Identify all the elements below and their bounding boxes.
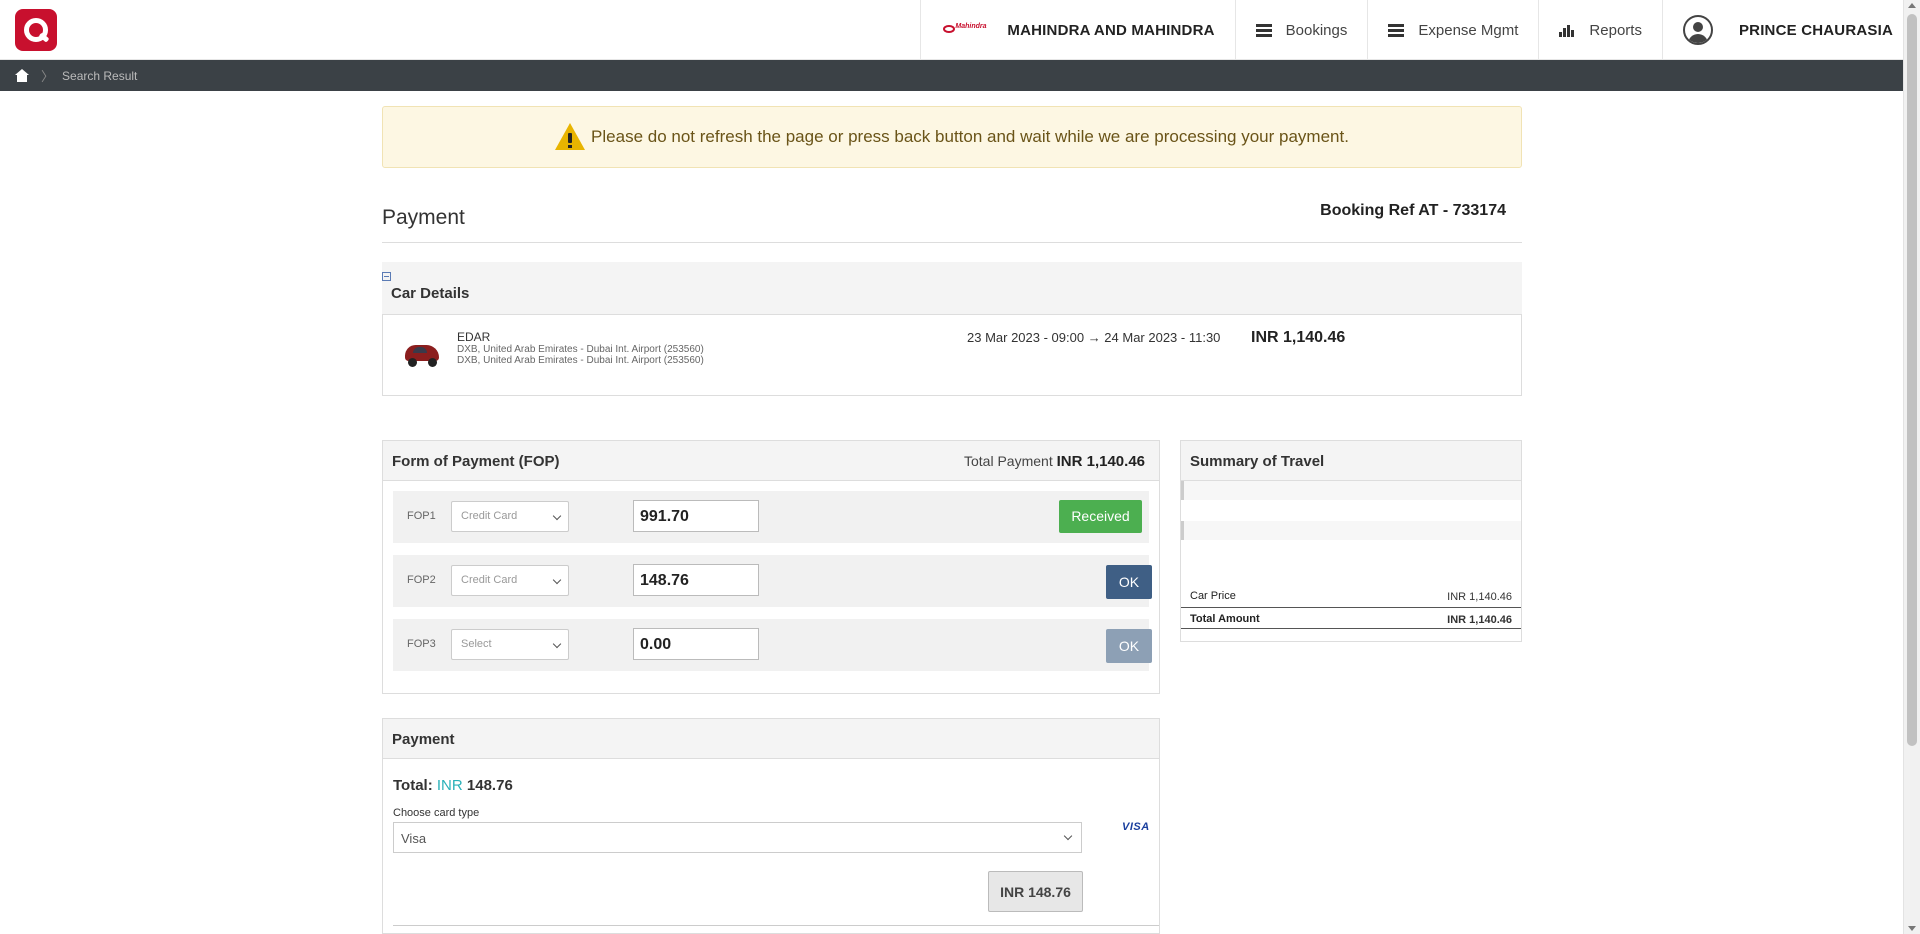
payment-total-label: Total: <box>393 777 433 794</box>
summary-total-row: Total Amount INR 1,140.46 <box>1181 607 1521 629</box>
total-amount-value: INR 1,140.46 <box>1447 614 1512 626</box>
rental-dates: 23 Mar 2023 - 09:00 → 24 Mar 2023 - 11:3… <box>967 330 1221 345</box>
vertical-scrollbar[interactable] <box>1903 0 1920 934</box>
divider <box>382 242 1522 243</box>
card-type-label: Choose card type <box>393 807 480 819</box>
dropoff-location: DXB, United Arab Emirates - Dubai Int. A… <box>457 355 704 366</box>
visa-logo-icon: VISA <box>1122 821 1150 833</box>
breadcrumb: 〉 Search Result <box>0 60 1903 91</box>
scroll-up-icon[interactable] <box>1908 3 1916 8</box>
summary-car-price-row: Car Price INR 1,140.46 <box>1181 585 1521 607</box>
fop-row-1: FOP1 Credit Card 991.70 Received <box>393 491 1149 543</box>
nav-bookings[interactable]: Bookings <box>1234 0 1368 60</box>
chevron-down-icon <box>552 511 562 521</box>
fop-total-value: INR 1,140.46 <box>1056 453 1145 470</box>
summary-header: Summary of Travel <box>1181 441 1521 481</box>
top-navbar: Mahindra MAHINDRA AND MAHINDRA Bookings … <box>0 0 1903 60</box>
fop-row-2: FOP2 Credit Card 148.76 OK <box>393 555 1152 607</box>
form-of-payment-panel: Form of Payment (FOP) Total Payment INR … <box>382 440 1160 694</box>
ok-button[interactable]: OK <box>1106 565 1152 599</box>
summary-blank-row <box>1181 521 1521 540</box>
fop-row-3: FOP3 Select 0.00 OK <box>393 619 1152 671</box>
summary-title: Summary of Travel <box>1190 453 1325 470</box>
fop-label: FOP2 <box>407 574 436 586</box>
menu-icon <box>1388 23 1405 37</box>
mahindra-logo-icon: Mahindra <box>941 20 993 40</box>
booking-ref: Booking Ref AT - 733174 <box>1320 202 1506 219</box>
fop-amount-input[interactable]: 0.00 <box>633 628 759 660</box>
ok-button[interactable]: OK <box>1106 629 1152 663</box>
user-name: PRINCE CHAURASIA <box>1738 21 1893 39</box>
nav-bookings-label: Bookings <box>1285 21 1348 39</box>
payment-total-amount: 148.76 <box>466 777 513 794</box>
car-price: INR 1,140.46 <box>1251 329 1346 346</box>
received-button[interactable]: Received <box>1059 500 1142 533</box>
company-switcher[interactable]: Mahindra MAHINDRA AND MAHINDRA <box>920 0 1234 60</box>
fop-amount-input[interactable]: 148.76 <box>633 564 759 596</box>
user-menu[interactable]: PRINCE CHAURASIA <box>1661 0 1903 60</box>
fop-amount-input[interactable]: 991.70 <box>633 500 759 532</box>
payment-warning-banner: Please do not refresh the page or press … <box>382 106 1522 168</box>
chevron-down-icon <box>552 639 562 649</box>
home-icon[interactable] <box>15 69 29 82</box>
scrollbar-thumb[interactable] <box>1907 14 1917 746</box>
app-logo[interactable] <box>15 9 57 51</box>
car-image <box>403 337 441 369</box>
fop-header: Form of Payment (FOP) Total Payment INR … <box>383 441 1159 481</box>
warning-icon <box>555 123 586 151</box>
payment-panel: Payment Total: INR 148.76 Choose card ty… <box>382 718 1160 934</box>
chevron-down-icon <box>552 575 562 585</box>
breadcrumb-separator: 〉 <box>41 69 55 84</box>
fop-method-select[interactable]: Credit Card <box>451 565 569 596</box>
pickup-location: DXB, United Arab Emirates - Dubai Int. A… <box>457 344 704 355</box>
fop-label: FOP1 <box>407 510 436 522</box>
chevron-down-icon <box>1063 831 1073 841</box>
summary-blank-row <box>1181 481 1521 500</box>
nav-reports-label: Reports <box>1589 21 1642 39</box>
divider <box>393 925 1159 926</box>
card-type-select[interactable]: Visa <box>393 822 1082 853</box>
car-details-row: EDAR DXB, United Arab Emirates - Dubai I… <box>382 314 1522 396</box>
company-name: MAHINDRA AND MAHINDRA <box>1007 21 1215 39</box>
fop-method-select[interactable]: Select <box>451 629 569 660</box>
fop-title: Form of Payment (FOP) <box>392 453 560 470</box>
avatar-icon <box>1682 15 1713 45</box>
fop-label: FOP3 <box>407 638 436 650</box>
collapse-icon[interactable] <box>382 272 391 281</box>
fop-total-label: Total Payment <box>964 453 1053 469</box>
payment-title: Payment <box>392 731 455 748</box>
fop-total: Total Payment INR 1,140.46 <box>964 453 1145 470</box>
nav-expense-mgmt[interactable]: Expense Mgmt <box>1367 0 1538 60</box>
main-nav: Mahindra MAHINDRA AND MAHINDRA Bookings … <box>920 0 1903 60</box>
payment-header: Payment <box>383 719 1159 759</box>
nav-reports[interactable]: Reports <box>1538 0 1662 60</box>
car-details-panel: Car Details EDAR DXB, United Arab Emirat… <box>382 262 1522 396</box>
breadcrumb-current: Search Result <box>62 68 138 83</box>
scroll-down-icon[interactable] <box>1908 926 1916 931</box>
payment-total-currency: INR <box>436 777 463 794</box>
warning-text: Please do not refresh the page or press … <box>591 127 1349 146</box>
car-price-value: INR 1,140.46 <box>1447 591 1512 603</box>
summary-of-travel-panel: Summary of Travel Car Price INR 1,140.46… <box>1180 440 1522 642</box>
car-details-header: Car Details <box>382 262 1522 314</box>
pay-button[interactable]: INR 148.76 <box>988 871 1083 912</box>
car-details-title: Car Details <box>391 285 470 302</box>
car-price-label: Car Price <box>1190 590 1236 602</box>
total-amount-label: Total Amount <box>1190 613 1260 625</box>
menu-icon <box>1255 23 1272 37</box>
bar-chart-icon <box>1559 23 1575 37</box>
page-title: Payment <box>382 206 465 229</box>
car-name: EDAR <box>457 330 491 344</box>
fop-method-select[interactable]: Credit Card <box>451 501 569 532</box>
payment-total: Total: INR 148.76 <box>393 777 513 794</box>
nav-expense-label: Expense Mgmt <box>1418 21 1519 39</box>
